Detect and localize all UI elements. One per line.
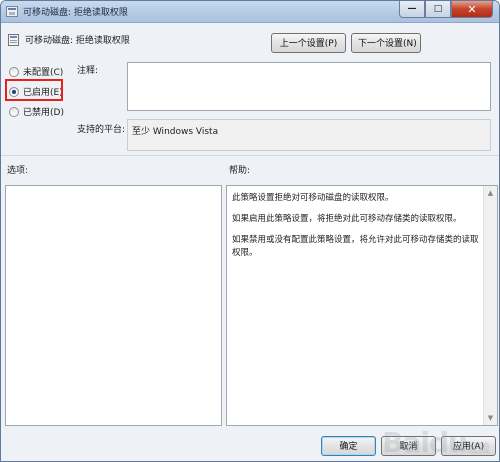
help-scrollbar[interactable]: ▲ ▼ (483, 186, 497, 425)
minimize-button[interactable]: — (399, 1, 425, 18)
help-paragraph: 此策略设置拒绝对可移动磁盘的读取权限。 (232, 193, 394, 203)
radio-not-configured[interactable]: 未配置(C) (9, 65, 63, 78)
policy-icon (6, 6, 18, 17)
maximize-button[interactable]: □ (425, 1, 451, 18)
ok-button[interactable]: 确定 (321, 436, 376, 456)
policy-name: 可移动磁盘: 拒绝读取权限 (25, 36, 130, 46)
next-setting-button[interactable]: 下一个设置(N) (351, 33, 421, 53)
radio-label: 未配置(C) (23, 68, 64, 78)
supported-platform-label: 支持的平台: (77, 125, 126, 135)
minimize-icon: — (407, 4, 417, 14)
previous-setting-button[interactable]: 上一个设置(P) (271, 33, 346, 53)
radio-label: 已禁用(D) (23, 108, 64, 118)
help-paragraph: 如果禁用或没有配置此策略设置，将允许对此可移动存储类的读取权限。 (232, 235, 479, 258)
options-label: 选项: (7, 166, 29, 176)
help-label: 帮助: (229, 166, 251, 176)
radio-button[interactable] (9, 66, 19, 77)
comment-label: 注释: (77, 66, 99, 76)
comment-textarea[interactable] (127, 62, 491, 111)
baidu-watermark: Baidu经验 (382, 426, 490, 459)
help-panel: 此策略设置拒绝对可移动磁盘的读取权限。 如果启用此策略设置，将拒绝对此可移动存储… (226, 185, 498, 426)
policy-icon (8, 34, 19, 46)
divider (1, 155, 499, 156)
window-title: 可移动磁盘: 拒绝读取权限 (23, 8, 128, 18)
radio-button[interactable] (9, 106, 19, 117)
maximize-icon: □ (433, 4, 443, 14)
close-icon: ✕ (467, 2, 477, 16)
window-controls: — □ ✕ (399, 1, 493, 19)
options-panel (5, 185, 222, 426)
help-paragraph: 如果启用此策略设置，将拒绝对此可移动存储类的读取权限。 (232, 214, 462, 224)
scroll-up-icon[interactable]: ▲ (484, 186, 497, 200)
policy-dialog: 可移动磁盘: 拒绝读取权限 — □ ✕ 可移动磁盘: 拒绝读取权限 上一个设置(… (0, 0, 500, 462)
annotation-highlight-box (5, 79, 63, 101)
close-button[interactable]: ✕ (451, 1, 493, 18)
title-bar[interactable]: 可移动磁盘: 拒绝读取权限 — □ ✕ (1, 1, 499, 23)
radio-disabled[interactable]: 已禁用(D) (9, 105, 64, 118)
scroll-down-icon[interactable]: ▼ (484, 411, 497, 425)
supported-platform-value: 至少 Windows Vista (127, 119, 491, 151)
